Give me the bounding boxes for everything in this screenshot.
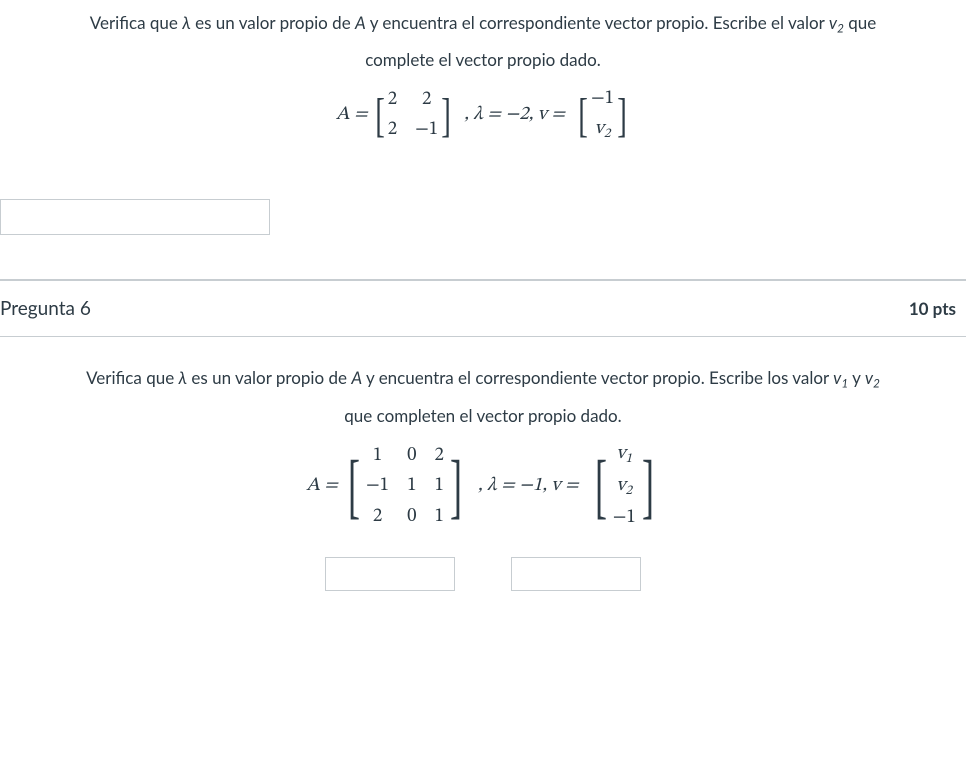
question-5-body: Verifica que λ es un valor propio de A y… (0, 0, 966, 280)
q6-points: 10 pts (909, 298, 956, 319)
q6-header: Pregunta 6 10 pts (0, 280, 966, 337)
q5-A-equals: A = (336, 101, 368, 130)
q6-prompt-line1: Verifica que λ es un valor propio de A y… (10, 365, 956, 392)
q6-a31: 2 (373, 503, 382, 532)
q5-a12: 2 (422, 86, 431, 115)
q6-matrix-A: [ 1 0 2 −1 1 1 2 0 1 ] (342, 442, 468, 532)
q6-matrix-A-grid: 1 0 2 −1 1 1 2 0 1 (366, 442, 444, 532)
q6-text-c: y encuentra el correspondiente vector pr… (362, 367, 833, 388)
q6-v2-sub: 2 (873, 376, 880, 391)
bracket-right: ] (441, 94, 451, 137)
q5-text-b: es un valor propio de (191, 12, 355, 33)
bracket-left: [ (595, 454, 607, 519)
q6-v2-sym: v (865, 367, 873, 388)
q5-text-c: y encuentra el correspondiente vector pr… (366, 12, 829, 33)
q6-title: Pregunta 6 (0, 297, 91, 320)
q6-a23: 1 (434, 472, 443, 501)
q5-matrix-A-grid: 2 2 2 −1 (388, 86, 439, 145)
q6-equation: A = [ 1 0 2 −1 1 1 2 0 1 ] , λ = −1, v = (10, 440, 956, 532)
q6-v2: v2 (865, 367, 880, 388)
q5-v2-var: v (595, 119, 604, 138)
q5-vector-grid: −1 v2 (591, 85, 614, 145)
q6-vector-v: [ v1 v2 −1 ] (589, 440, 660, 532)
q5-a21: 2 (388, 116, 397, 145)
q5-lambda: λ (182, 12, 191, 33)
q6-v1: v1 (833, 367, 848, 388)
bracket-left: [ (578, 94, 588, 137)
q6-A-equals: A = (306, 472, 338, 501)
q6-vc1sub: 1 (626, 453, 633, 466)
question-6: Pregunta 6 10 pts Verifica que λ es un v… (0, 280, 966, 634)
q5-v2: v2 (829, 12, 844, 33)
q6-text-b: es un valor propio de (187, 367, 351, 388)
q6-a13: 2 (434, 442, 443, 471)
q5-a11: 2 (388, 86, 397, 115)
q5-text-a: Verifica que (90, 12, 182, 33)
q5-a22: −1 (415, 116, 438, 145)
q6-answer-input-v2[interactable] (511, 557, 641, 591)
q6-lambda: λ (179, 367, 188, 388)
q6-vc1: v (616, 444, 625, 463)
bracket-right: ] (450, 454, 462, 519)
q5-matrix-A: [ 2 2 2 −1 ] (372, 86, 454, 145)
bracket-right: ] (617, 94, 627, 137)
q6-a22: 1 (407, 472, 416, 501)
q6-vector-grid: v1 v2 −1 (613, 440, 636, 532)
q6-vc2: v (616, 476, 625, 495)
q5-prompt-line2: complete el vector propio dado. (10, 47, 956, 73)
q5-text-d: que (844, 12, 876, 33)
q6-a12: 0 (407, 442, 416, 471)
q6-prompt: Verifica que λ es un valor propio de A y… (0, 337, 966, 634)
q6-A: A (351, 367, 362, 388)
q5-v2-sym: v (829, 12, 837, 33)
q6-v-row3: −1 (613, 504, 636, 533)
q6-and: y (848, 367, 865, 388)
q5-lambda-eq: , λ = −2, v = (464, 101, 565, 130)
q6-a21: −1 (366, 472, 389, 501)
q5-A: A (355, 12, 366, 33)
q5-v2-varsub: 2 (604, 128, 611, 141)
bracket-left: [ (375, 94, 385, 137)
q6-vc2sub: 2 (626, 485, 633, 498)
q6-v-row2: v2 (616, 472, 632, 502)
q6-a33: 1 (434, 503, 443, 532)
q6-lambda-eq: , λ = −1, v = (478, 472, 579, 501)
q5-prompt-line1: Verifica que λ es un valor propio de A y… (10, 10, 956, 37)
q6-v-row1: v1 (616, 440, 632, 470)
q6-answer-input-v1[interactable] (325, 557, 455, 591)
q5-prompt: Verifica que λ es un valor propio de A y… (0, 0, 966, 189)
q5-answer-area (0, 189, 966, 279)
q5-answer-input[interactable] (0, 199, 270, 235)
q6-answer-area (10, 557, 956, 591)
bracket-right: ] (642, 454, 654, 519)
q5-v-row2: v2 (595, 115, 611, 145)
q6-prompt-line2: que completen el vector propio dado. (10, 403, 956, 429)
bracket-left: [ (348, 454, 360, 519)
q5-vector-v: [ −1 v2 ] (575, 85, 630, 145)
q5-equation: A = [ 2 2 2 −1 ] , λ = −2, v = [ −1 v2 ] (10, 85, 956, 145)
q6-text-a: Verifica que (86, 367, 178, 388)
q6-a32: 0 (407, 503, 416, 532)
q5-v2-sub: 2 (837, 21, 844, 36)
q5-v-row1: −1 (591, 85, 614, 114)
q6-a11: 1 (373, 442, 382, 471)
